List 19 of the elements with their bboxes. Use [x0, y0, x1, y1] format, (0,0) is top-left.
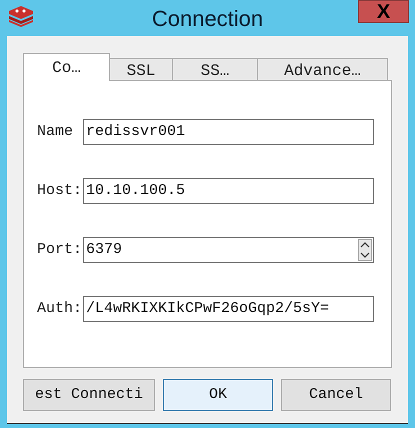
input-field[interactable]: redissvr001 [83, 119, 374, 145]
dialog-button[interactable]: Cancel [281, 379, 391, 411]
spinner-icon[interactable] [358, 239, 372, 261]
tab[interactable]: SSL [109, 58, 173, 81]
close-button[interactable]: X [358, 0, 409, 23]
dialog-button[interactable]: est Connecti [23, 379, 155, 411]
dialog-button[interactable]: OK [163, 379, 273, 411]
tab[interactable]: Advance… [257, 58, 388, 81]
field-label: Auth: [37, 298, 83, 319]
field-label: Port: [37, 240, 83, 260]
field-label: Name [37, 122, 74, 142]
spin-field[interactable]: 6379 [83, 237, 374, 263]
input-field[interactable]: /L4wRKIXKIkCPwF26oGqp2/5sY= [83, 296, 374, 322]
input-field[interactable]: 10.10.100.5 [83, 178, 374, 204]
database-icon [8, 5, 34, 27]
tab[interactable]: SS… [172, 58, 258, 81]
tab[interactable]: Co… [23, 53, 110, 81]
field-label: Host: [37, 180, 83, 201]
window-title: Connection [152, 4, 264, 32]
